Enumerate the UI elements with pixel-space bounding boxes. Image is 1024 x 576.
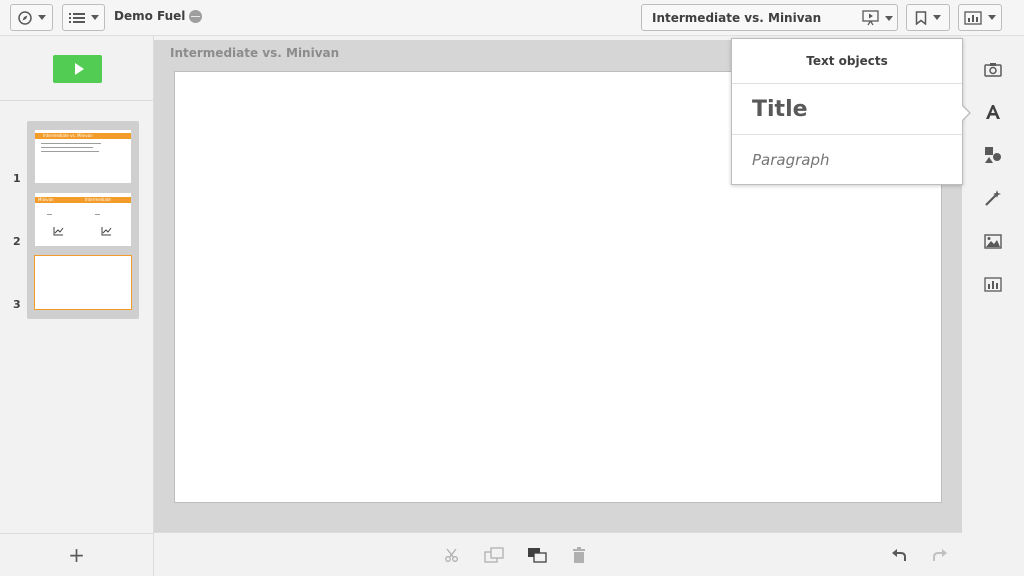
slide-number: 1 <box>13 172 21 185</box>
chevron-down-icon <box>37 15 46 20</box>
effects-tool[interactable] <box>982 187 1004 209</box>
slide-number: 3 <box>13 298 21 311</box>
redo-button[interactable] <box>930 545 950 565</box>
navigation-menu-button[interactable] <box>10 4 53 31</box>
undo-button[interactable] <box>889 545 909 565</box>
media-chart-icon <box>984 276 1002 292</box>
app-name-label: Demo Fuel <box>114 9 186 23</box>
text-icon <box>986 105 1000 119</box>
plus-icon: + <box>68 543 85 567</box>
edit-toolbar <box>154 532 962 576</box>
text-tool[interactable] <box>982 101 1004 123</box>
add-slide-button[interactable]: + <box>0 533 153 576</box>
chevron-down-icon <box>988 15 996 20</box>
globe-icon <box>189 9 203 23</box>
play-icon <box>74 63 84 75</box>
story-selector[interactable]: Intermediate vs. Minivan <box>641 4 898 31</box>
object-toolbar <box>962 36 1024 576</box>
thumbnail-text-line <box>41 143 101 144</box>
thumbnail-text-line <box>41 151 99 152</box>
popover-header: Text objects <box>732 39 962 84</box>
chart-menu-button[interactable] <box>958 4 1002 31</box>
arrange-button[interactable] <box>527 545 547 565</box>
duplicate-button[interactable] <box>484 545 504 565</box>
app-name: Demo Fuel <box>114 9 203 23</box>
camera-icon <box>984 62 1002 77</box>
line-chart-icon <box>53 227 64 236</box>
title-text-object[interactable]: Title <box>732 84 962 135</box>
compass-icon <box>17 10 32 25</box>
sidebar-divider <box>0 100 153 101</box>
shapes-icon <box>985 147 1001 163</box>
slide-sidebar: 1 Intermediate vs. Minivan 2 Minivan Int… <box>0 36 154 576</box>
chevron-down-icon[interactable] <box>885 16 893 21</box>
magic-wand-icon <box>985 190 1001 206</box>
popover-arrow-fill <box>961 105 969 121</box>
list-icon <box>68 12 85 23</box>
presentation-icon[interactable] <box>862 10 880 26</box>
image-tool[interactable] <box>982 230 1004 252</box>
undo-icon <box>892 549 906 561</box>
image-icon <box>984 233 1002 249</box>
slide-thumbnail-3[interactable] <box>34 255 132 310</box>
snapshot-tool[interactable] <box>982 58 1004 80</box>
paragraph-text-object[interactable]: Paragraph <box>732 135 962 185</box>
line-chart-icon <box>101 227 112 236</box>
duplicate-icon <box>484 547 504 563</box>
thumbnail-right-title: Intermediate <box>85 197 111 202</box>
play-story-button[interactable] <box>53 55 102 83</box>
chevron-down-icon <box>90 15 99 20</box>
bookmark-icon <box>915 10 927 25</box>
slide-thumbnail-2[interactable]: Minivan Intermediate <box>34 192 132 247</box>
app-overview-button[interactable] <box>62 4 105 31</box>
slide-thumbnail-1[interactable]: Intermediate vs. Minivan <box>34 129 132 184</box>
chart-icon <box>964 10 982 25</box>
media-library-tool[interactable] <box>982 273 1004 295</box>
delete-button[interactable] <box>569 545 589 565</box>
redo-icon <box>933 549 947 561</box>
text-objects-popover: Text objects Title Paragraph <box>731 38 963 185</box>
slide-number: 2 <box>13 235 21 248</box>
chevron-down-icon <box>933 15 941 20</box>
story-title: Intermediate vs. Minivan <box>652 11 822 25</box>
layer-icon <box>528 548 547 563</box>
thumbnail-left-title: Minivan <box>38 197 54 202</box>
thumbnail-text-line <box>41 147 93 148</box>
thumbnail-text-line <box>95 214 100 215</box>
shapes-tool[interactable] <box>982 144 1004 166</box>
cut-button[interactable] <box>442 545 462 565</box>
cut-icon <box>445 548 458 562</box>
thumbnail-title: Intermediate vs. Minivan <box>43 133 93 138</box>
slide-title: Intermediate vs. Minivan <box>170 46 340 60</box>
delete-icon <box>573 547 585 563</box>
top-toolbar: Demo Fuel Intermediate vs. Minivan <box>0 0 1024 36</box>
thumbnail-text-line <box>47 214 52 215</box>
bookmarks-button[interactable] <box>906 4 950 31</box>
